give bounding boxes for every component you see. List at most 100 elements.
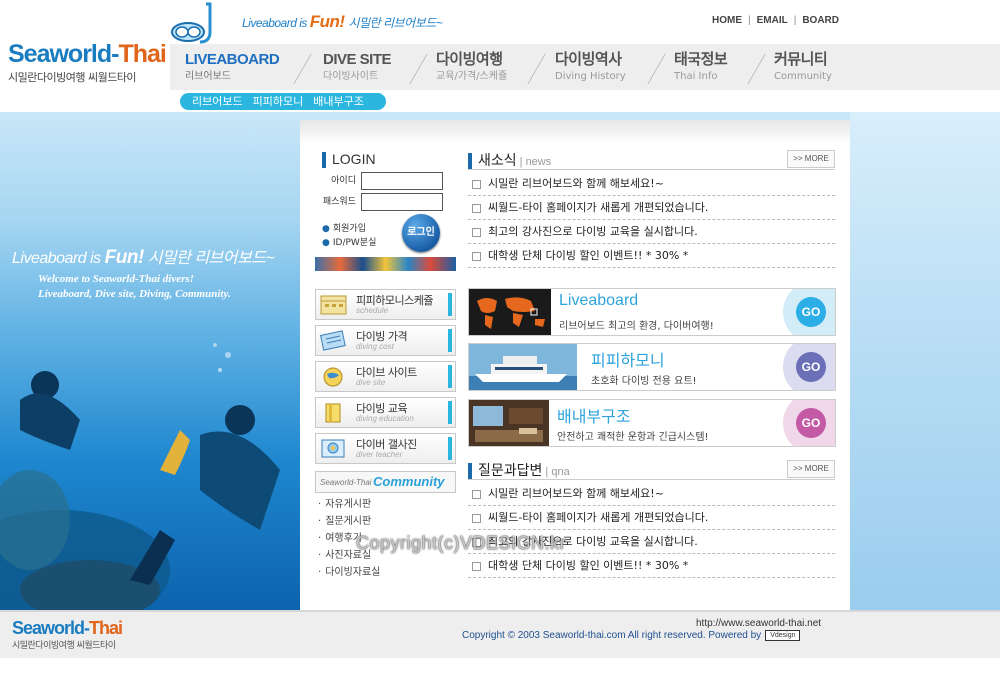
ship-interior-banner[interactable]: 배내부구조 안전하고 쾌적한 운항과 긴급시스템! GO [468,399,836,447]
nav-community[interactable]: 커뮤니티 Community [774,50,832,86]
hero-tag-fun: Fun! [104,247,145,268]
hero-tagline: Liveaboard is Fun! 시밀란 리브어보드~ [12,244,275,269]
ship-interior-image [469,400,549,446]
scuba-divers-image [0,343,280,610]
diver-photo-menu-button[interactable]: 다이버 갤사진 diver teacher [315,433,456,464]
calendar-icon [320,295,347,315]
find-id-pw-link[interactable]: ● ID/PW분실 [322,236,376,250]
dive-site-menu-button[interactable]: 다이브 사이트 dive site [315,361,456,392]
book-icon [325,403,341,423]
news-list: 시밀란 리브어보드와 함께 해보세요!~ 씨월드-타이 홈페이지가 새롭게 개편… [468,172,835,268]
nav-dive-site[interactable]: DIVE SITE 다이빙사이트 [323,50,392,86]
home-link[interactable]: HOME [712,15,742,26]
diving-cost-menu-button[interactable]: 다이빙 가격 diving cost [315,325,456,356]
diving-cost-menu-sub: diving cost [356,342,394,351]
news-item[interactable]: 씨월드-타이 홈페이지가 새롭게 개편되었습니다. [468,196,835,220]
login-button[interactable]: 로그인 [402,214,440,252]
menu-accent-bar [448,293,452,316]
vdesign-badge[interactable]: Vdesign [765,630,801,641]
qna-title-en: | qna [545,466,570,478]
hero-tag-prefix: Liveaboard is [12,250,105,267]
qna-title: 질문과답변 | qna [468,460,570,480]
phiphi-harmony-go-button[interactable]: GO [796,352,826,382]
subnav-liveaboard[interactable]: 리브어보드 [192,95,243,108]
community-diving-archive-link[interactable]: 다이빙자료실 [318,564,380,581]
news-title-en-text: news [525,156,552,168]
footer-logo-subtitle: 시밀란다이빙여행 씨월드타이 [12,641,116,651]
phiphi-harmony-banner[interactable]: 피피하모니 초호화 다이빙 전용 요트! GO [468,343,836,391]
bullet-icon: ● [322,238,330,248]
password-label: 패스워드 [322,197,356,207]
password-input[interactable] [361,193,443,211]
site-header: Seaworld-Thai 시밀란다이빙여행 씨월드타이 Liveaboard … [0,0,1000,93]
coral-reef-banner [315,257,456,271]
header-tagline: Liveaboard is Fun! 시밀란 리브어보드~ [242,12,443,32]
community-header-title: Community [373,474,445,489]
diving-education-menu-sub: diving education [356,414,414,423]
login-title: LOGIN [322,151,376,169]
nav-divider [747,54,766,84]
board-link[interactable]: BOARD [802,15,839,26]
qna-more-button[interactable]: >> MORE [787,460,835,478]
ship-interior-banner-desc: 안전하고 쾌적한 운항과 긴급시스템! [557,432,709,443]
liveaboard-banner[interactable]: Liveaboard 리브어보드 최고의 환경, 다이버여행! GO [468,288,836,336]
news-more-button[interactable]: >> MORE [787,150,835,168]
email-link[interactable]: EMAIL [757,15,788,26]
qna-item[interactable]: 대학생 단체 다이빙 할인 이벤트!! * 30% * [468,554,835,578]
qna-title-en-text: qna [551,466,570,478]
footer-url[interactable]: http://www.seaworld-thai.net [696,618,821,629]
id-input[interactable] [361,172,443,190]
nav-diving-travel[interactable]: 다이빙여행 교육/가격/스케쥴 [436,50,507,86]
news-title-en: | news [519,156,552,168]
community-free-board-link[interactable]: 자유게시판 [318,496,380,513]
subnav-phiphi-harmony[interactable]: 피피하모니 [253,95,304,108]
liveaboard-banner-desc: 리브어보드 최고의 환경, 다이버여행! [559,321,714,332]
login-title-text: LOGIN [332,151,376,167]
menu-accent-bar [448,329,452,352]
nav-liveaboard[interactable]: LIVEABOARD 리브어보드 [185,50,280,86]
hero-welcome-line-1: Welcome to Seaworld-Thai divers! [38,273,194,285]
photo-icon [321,439,345,458]
footer-logo: Seaworld-Thai 시밀란다이빙여행 씨월드타이 [12,618,152,651]
right-background-band [850,112,1000,610]
qna-item[interactable]: 씨월드-타이 홈페이지가 새롭게 개편되었습니다. [468,506,835,530]
sub-navigation: 리브어보드 피피하모니 배내부구조 [180,93,386,110]
qna-title-bar [468,463,472,479]
menu-accent-bar [448,401,452,424]
bullet-icon: ● [322,224,330,234]
qna-title-text: 질문과답변 [478,463,543,479]
ship-interior-banner-title: 배내부구조 [557,409,631,426]
site-logo[interactable]: Seaworld-Thai 시밀란다이빙여행 씨월드타이 [8,40,168,88]
main-navigation: LIVEABOARD 리브어보드 DIVE SITE 다이빙사이트 다이빙여행 … [170,44,1000,90]
nav-community-label: 커뮤니티 [774,51,828,68]
diving-education-menu-button[interactable]: 다이빙 교육 diving education [315,397,456,428]
qna-item[interactable]: 시밀란 리브어보드와 함께 해보세요!~ [468,482,835,506]
logo-text-sea: Seaworld- [8,40,119,68]
news-title-text: 새소식 [478,153,517,169]
nav-liveaboard-sub: 리브어보드 [185,71,231,82]
liveaboard-go-button[interactable]: GO [796,297,826,327]
ship-interior-go-button[interactable]: GO [796,408,826,438]
globe-icon [323,367,343,387]
community-question-board-link[interactable]: 질문게시판 [318,513,380,530]
nav-thai-info[interactable]: 태국정보 Thai Info [674,50,728,86]
nav-diving-history-sub: Diving History [555,71,626,82]
liveaboard-banner-title: Liveaboard [559,292,639,309]
tagline-fun: Fun! [309,12,345,31]
hero-welcome-text: Welcome to Seaworld-Thai divers! Liveabo… [38,272,231,302]
nav-divider [527,54,546,84]
footer-logo-thai: Thai [89,618,123,638]
news-item[interactable]: 시밀란 리브어보드와 함께 해보세요!~ [468,172,835,196]
community-header: Seaworld-Thai Community [315,471,456,493]
nav-diving-history[interactable]: 다이빙역사 Diving History [555,50,626,86]
news-title-bar [468,153,472,169]
join-link[interactable]: ● 회원가입 [322,222,376,236]
nav-diving-travel-label: 다이빙여행 [436,51,503,68]
schedule-menu-button[interactable]: 피피하모니스케쥴 schedule [315,289,456,320]
copyright-watermark: Copyright(c)VDESIGN.kr [356,533,567,553]
news-item[interactable]: 최고의 강사진으로 다이빙 교육을 실시합니다. [468,220,835,244]
subnav-ship-interior[interactable]: 배내부구조 [313,95,364,108]
menu-accent-bar [448,365,452,388]
news-item[interactable]: 대학생 단체 다이빙 할인 이벤트!! * 30% * [468,244,835,268]
phiphi-harmony-banner-title: 피피하모니 [591,353,665,370]
